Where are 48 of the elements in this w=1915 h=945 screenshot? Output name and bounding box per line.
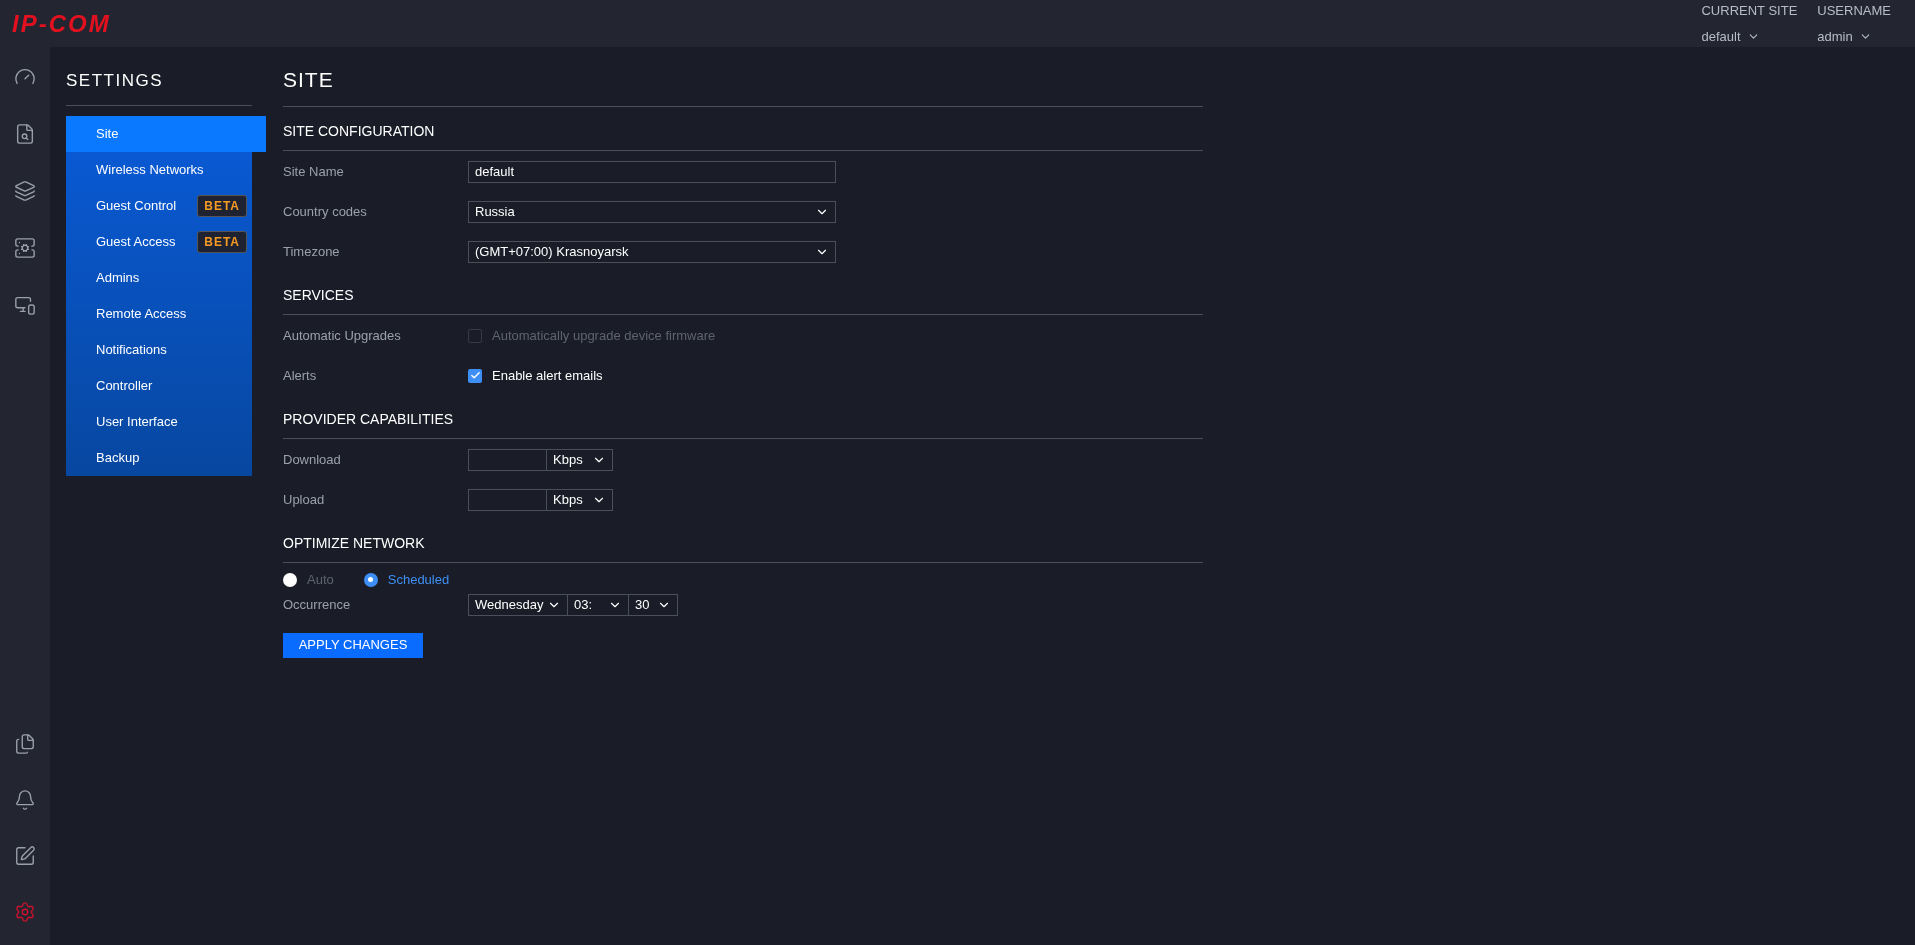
section-heading: SERVICES — [283, 286, 354, 303]
field-label: Alerts — [283, 366, 318, 385]
field-label: Country codes — [283, 202, 368, 221]
settings-menu-item[interactable]: Backup — [66, 439, 252, 476]
site-name-field[interactable]: default — [468, 160, 836, 183]
header-label: CURRENT SITE — [1701, 2, 1798, 20]
rate-field[interactable] — [468, 448, 547, 471]
settings-title: SETTINGS — [66, 71, 163, 90]
checkbox-label: Enable alert emails — [492, 366, 603, 385]
field-label: Timezone — [283, 242, 341, 261]
beta-badge: BETA — [197, 230, 247, 253]
rate-field[interactable] — [468, 488, 547, 511]
field-label: Upload — [283, 490, 326, 509]
settings-menu-item[interactable]: Site — [66, 115, 266, 152]
field-label: Download — [283, 450, 342, 469]
header-label: USERNAME — [1817, 2, 1891, 20]
settings-menu-item[interactable]: Guest Control BETA — [66, 187, 252, 224]
section-heading: OPTIMIZE NETWORK — [283, 534, 425, 551]
page-title: SITE — [283, 68, 334, 91]
settings-menu-item[interactable]: Controller — [66, 367, 252, 404]
section-heading: SITE CONFIGURATION — [283, 122, 435, 139]
dropdown[interactable]: (GMT+07:00) Krasnoyarsk — [468, 240, 836, 263]
day-dropdown[interactable]: Wednesday — [468, 594, 568, 616]
checkbox[interactable] — [468, 368, 482, 383]
checkbox-label: Automatically upgrade device firmware — [492, 326, 716, 345]
settings-menu-item[interactable]: Admins — [66, 259, 252, 296]
settings-menu-item[interactable]: Guest Access BETA — [66, 223, 252, 260]
settings-menu-item[interactable]: Remote Access — [66, 295, 252, 332]
settings-menu-item[interactable]: Notifications — [66, 331, 252, 368]
field-label: Site Name — [283, 162, 345, 181]
field-label: Occurrence — [283, 596, 352, 615]
hour-dropdown[interactable]: 03: — [568, 594, 629, 616]
layers-icon[interactable] — [12, 178, 38, 204]
field-label: Automatic Upgrades — [283, 326, 402, 345]
beta-badge: BETA — [197, 194, 247, 217]
unit-dropdown[interactable]: Kbps — [547, 448, 613, 471]
user-menu[interactable]: admin — [1817, 26, 1891, 46]
settings-menu-item[interactable]: User Interface — [66, 403, 252, 440]
server-gear-icon[interactable] — [12, 235, 38, 261]
apply-changes-button[interactable]: APPLY CHANGES — [283, 632, 423, 658]
unit-dropdown[interactable]: Kbps — [547, 488, 613, 511]
section-heading: PROVIDER CAPABILITIES — [283, 410, 454, 427]
radio-option[interactable]: Scheduled — [363, 569, 450, 590]
settings-menu-item[interactable]: Wireless Networks — [66, 151, 252, 188]
minute-dropdown[interactable]: 30 — [629, 594, 678, 616]
logo: IP-COM — [12, 8, 111, 39]
dropdown[interactable]: Russia — [468, 200, 836, 223]
site-selector[interactable]: default — [1701, 26, 1798, 46]
